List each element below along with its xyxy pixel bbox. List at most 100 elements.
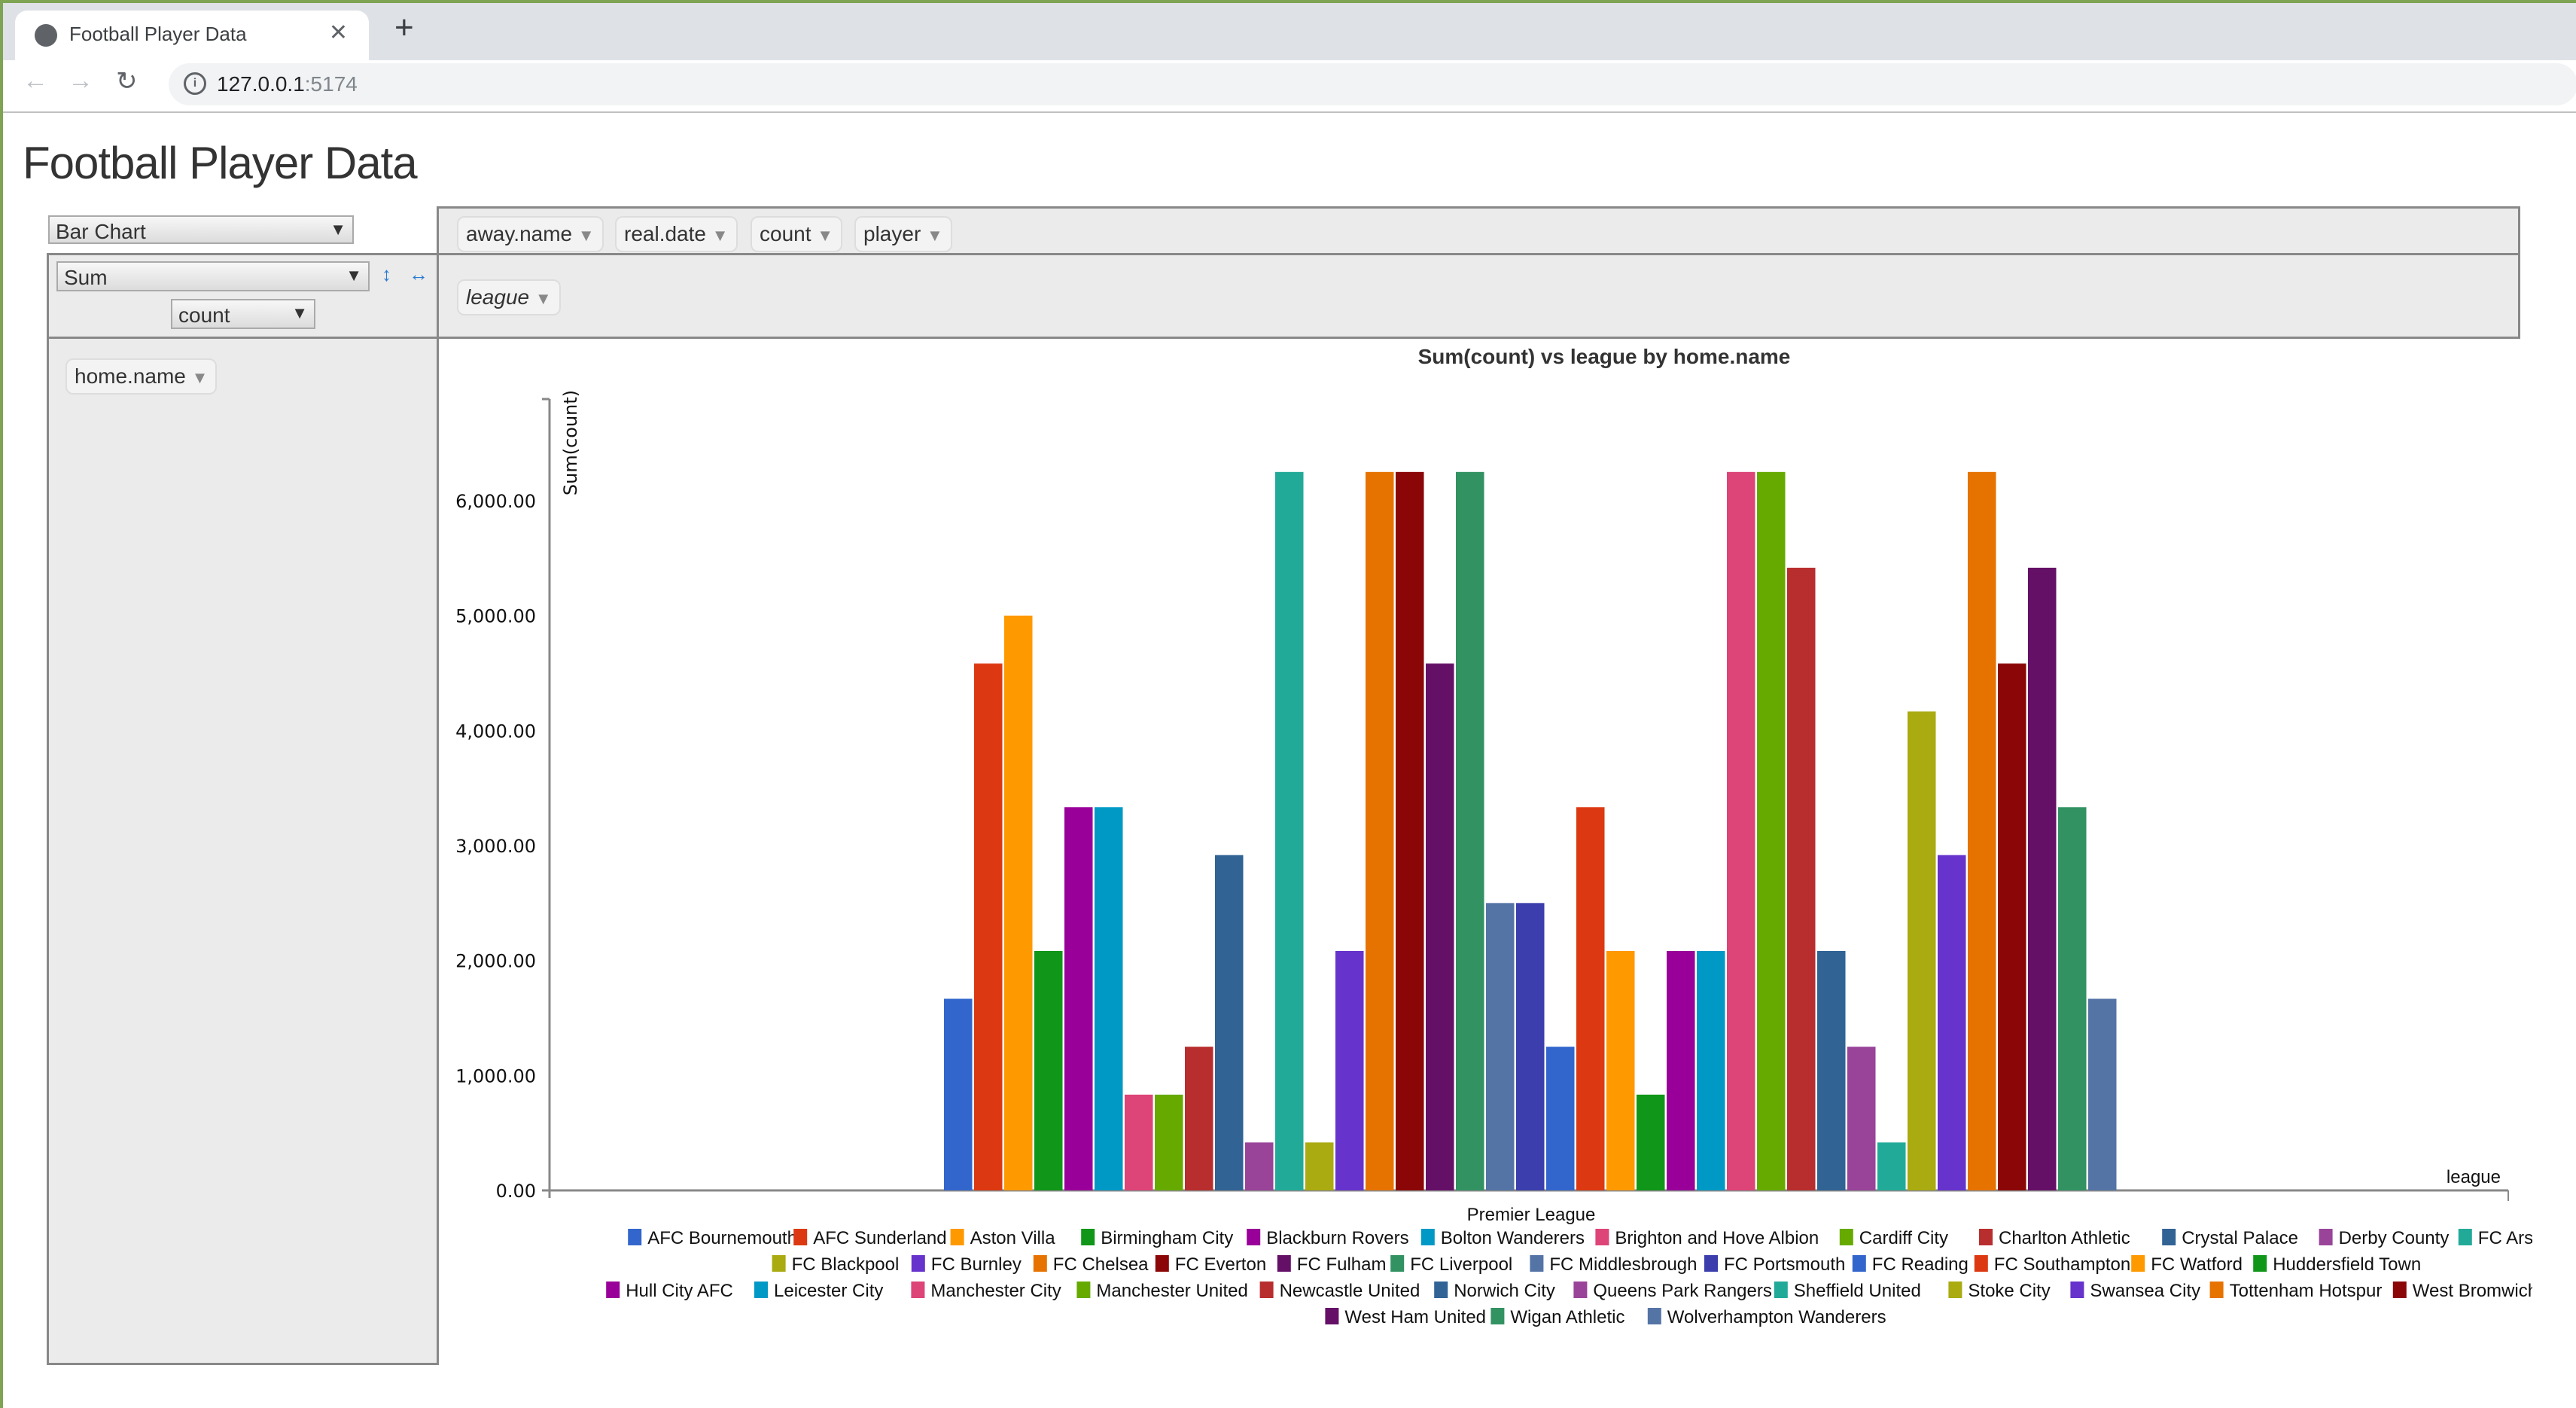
x-tick-label: Premier League bbox=[1467, 1205, 1596, 1225]
bar-wolverhampton-wanderers bbox=[2088, 998, 2117, 1190]
info-icon[interactable]: i bbox=[184, 72, 206, 95]
browser-tab[interactable]: Football Player Data ✕ bbox=[15, 11, 369, 60]
column-attributes-pane: league ▼ bbox=[437, 253, 2520, 339]
bar-fc-portsmouth bbox=[1516, 903, 1545, 1190]
legend-swatch bbox=[1277, 1255, 1291, 1272]
legend-swatch bbox=[1647, 1308, 1661, 1324]
legend-swatch bbox=[1033, 1255, 1047, 1272]
legend-label: Cardiff City bbox=[1859, 1228, 1948, 1248]
bar-queens-park-rangers bbox=[1847, 1047, 1876, 1190]
chevron-down-icon: ▼ bbox=[291, 303, 308, 322]
legend-label: Charlton Athletic bbox=[1999, 1228, 2130, 1248]
legend-label: FC Watford bbox=[2151, 1254, 2243, 1275]
legend-swatch bbox=[1076, 1282, 1091, 1298]
bar-hull-city-afc bbox=[1667, 950, 1695, 1190]
attribute-pill-player[interactable]: player ▼ bbox=[854, 216, 952, 252]
aggregator-select[interactable]: Sum ▼ bbox=[56, 261, 370, 291]
attribute-pill-league[interactable]: league ▼ bbox=[457, 279, 561, 315]
browser-tabstrip: Football Player Data ✕ + bbox=[3, 3, 2576, 60]
browser-toolbar: ← → ↻ i 127.0.0.1:5174 bbox=[3, 60, 2576, 113]
legend-swatch bbox=[2253, 1255, 2267, 1272]
bar-stoke-city bbox=[1908, 711, 1936, 1190]
bar-newcastle-united bbox=[1787, 568, 1816, 1190]
col-sort-icon[interactable]: ↔ bbox=[409, 263, 428, 286]
chevron-down-icon: ▼ bbox=[346, 266, 362, 285]
legend-swatch bbox=[1774, 1282, 1788, 1298]
legend-swatch bbox=[1839, 1229, 1853, 1245]
filter-triangle-icon: ▼ bbox=[577, 226, 595, 245]
filter-triangle-icon: ▼ bbox=[711, 226, 729, 245]
legend-label: Queens Park Rangers bbox=[1593, 1281, 1771, 1301]
forward-icon[interactable]: → bbox=[68, 66, 93, 96]
legend-label: West Bromwich Albion bbox=[2413, 1281, 2532, 1301]
legend-label: West Ham United bbox=[1344, 1307, 1486, 1327]
renderer-value: Bar Chart bbox=[56, 220, 146, 243]
legend-swatch bbox=[1490, 1308, 1505, 1324]
legend-label: Newcastle United bbox=[1280, 1281, 1420, 1301]
legend-label: Bolton Wanderers bbox=[1441, 1228, 1585, 1248]
bar-aston-villa bbox=[1004, 615, 1033, 1190]
legend-swatch bbox=[1259, 1282, 1274, 1298]
bar-norwich-city bbox=[1817, 950, 1846, 1190]
legend-swatch bbox=[1434, 1282, 1448, 1298]
bar-swansea-city bbox=[1938, 855, 1966, 1190]
legend-swatch bbox=[754, 1282, 768, 1298]
legend-label: Aston Villa bbox=[970, 1228, 1056, 1248]
bar-afc-bournemouth bbox=[944, 998, 973, 1190]
renderer-select[interactable]: Bar Chart ▼ bbox=[48, 215, 354, 244]
bar-leicester-city bbox=[1697, 950, 1725, 1190]
attribute-pill-count[interactable]: count ▼ bbox=[751, 216, 843, 252]
attribute-pill-home-name[interactable]: home.name ▼ bbox=[65, 358, 218, 395]
new-tab-icon[interactable]: + bbox=[394, 9, 414, 47]
legend-label: Huddersfield Town bbox=[2273, 1254, 2421, 1275]
close-tab-icon[interactable]: ✕ bbox=[329, 20, 348, 46]
bar-blackburn-rovers bbox=[1064, 807, 1093, 1190]
bar-fc-watford bbox=[1606, 950, 1635, 1190]
legend-label: Wolverhampton Wanderers bbox=[1667, 1307, 1886, 1327]
legend-swatch bbox=[2392, 1282, 2407, 1298]
back-icon[interactable]: ← bbox=[23, 66, 48, 96]
bar-manchester-united bbox=[1757, 471, 1786, 1190]
bar-cardiff-city bbox=[1155, 1094, 1183, 1190]
attribute-pill-away-name[interactable]: away.name ▼ bbox=[457, 216, 604, 252]
bar-fc-reading bbox=[1546, 1047, 1575, 1190]
bar-afc-sunderland bbox=[974, 663, 1003, 1190]
bar-derby-county bbox=[1245, 1142, 1274, 1190]
y-tick-label: 1,000.00 bbox=[455, 1065, 536, 1086]
bar-west-ham-united bbox=[2028, 568, 2057, 1190]
filter-triangle-icon: ▼ bbox=[817, 226, 834, 245]
legend-swatch bbox=[1325, 1308, 1339, 1324]
reload-icon[interactable]: ↻ bbox=[116, 66, 138, 96]
legend-swatch bbox=[628, 1229, 642, 1245]
bar-fc-blackpool bbox=[1305, 1142, 1334, 1190]
bar-fc-middlesbrough bbox=[1486, 903, 1515, 1190]
legend-label: Crystal Palace bbox=[2182, 1228, 2298, 1248]
legend-swatch bbox=[1979, 1229, 1993, 1245]
filter-triangle-icon: ▼ bbox=[534, 289, 552, 308]
bar-fc-fulham bbox=[1426, 663, 1454, 1190]
legend-swatch bbox=[1974, 1255, 1988, 1272]
legend-swatch bbox=[2070, 1282, 2084, 1298]
legend-label: Tottenham Hotspur bbox=[2230, 1281, 2383, 1301]
legend-swatch bbox=[1530, 1255, 1544, 1272]
y-tick-label: 6,000.00 bbox=[455, 491, 536, 512]
address-bar[interactable]: i 127.0.0.1:5174 bbox=[169, 63, 2576, 105]
bar-fc-arsenal bbox=[1275, 471, 1304, 1190]
aggregator-field-select[interactable]: count ▼ bbox=[171, 299, 315, 329]
row-sort-icon[interactable]: ↕ bbox=[382, 263, 391, 286]
legend-swatch bbox=[1948, 1282, 1962, 1298]
legend-label: Hull City AFC bbox=[626, 1281, 733, 1301]
legend-label: Birmingham City bbox=[1101, 1228, 1233, 1248]
legend-label: FC Everton bbox=[1175, 1254, 1266, 1275]
bar-chart: Sum(count) vs league by home.name 0.00 1,0… bbox=[455, 345, 2532, 1327]
legend-label: FC Burnley bbox=[931, 1254, 1022, 1275]
attribute-pill-real-date[interactable]: real.date ▼ bbox=[615, 216, 738, 252]
legend-swatch bbox=[1420, 1229, 1435, 1245]
legend-label: FC Middlesbrough bbox=[1549, 1254, 1697, 1275]
legend-swatch bbox=[2458, 1229, 2472, 1245]
bar-manchester-city bbox=[1727, 471, 1755, 1190]
legend-swatch bbox=[793, 1229, 808, 1245]
globe-icon bbox=[35, 24, 57, 47]
unused-attributes-pane: away.name ▼ real.date ▼ count ▼ player ▼ bbox=[437, 206, 2520, 254]
legend-swatch bbox=[772, 1255, 786, 1272]
